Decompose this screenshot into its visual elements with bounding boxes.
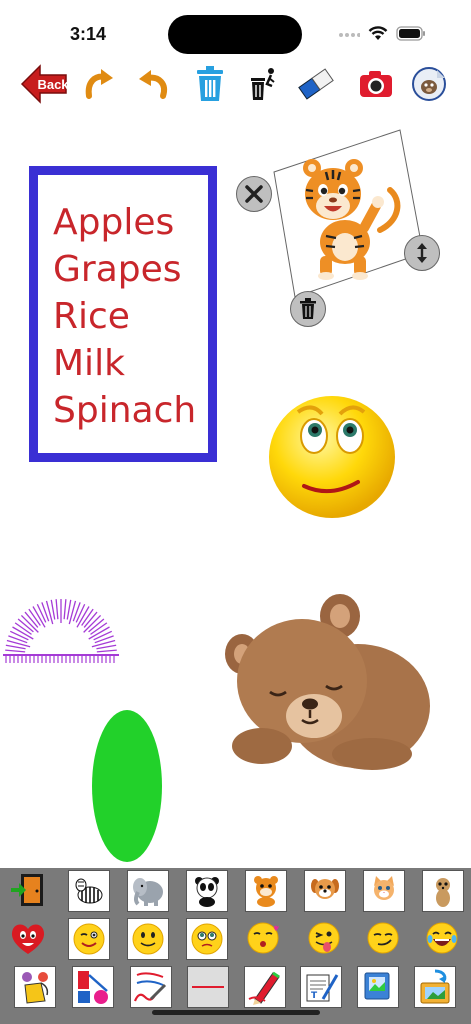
line-tool[interactable]: [187, 966, 229, 1008]
meerkat-icon: [436, 878, 450, 907]
smirk-emoji-icon: [367, 922, 399, 954]
fill-tool[interactable]: [14, 966, 56, 1008]
eraser-button[interactable]: [293, 62, 339, 106]
resize-handle[interactable]: [404, 235, 440, 271]
rolling-eyes-emoji-sticker[interactable]: [268, 392, 396, 520]
list-item: Apples: [53, 202, 175, 243]
animal-sticker-icon: [412, 67, 446, 101]
tiger-icon: [303, 159, 401, 280]
shapes-tool[interactable]: [72, 966, 114, 1008]
pen-draw-icon: [133, 972, 167, 1002]
smile-emoji-icon: [132, 923, 164, 955]
signal-icon: [338, 27, 361, 45]
puppy-sticker[interactable]: [304, 870, 346, 912]
panda-icon: [195, 877, 219, 907]
undo-icon: [139, 70, 167, 99]
pleading-emoji-sticker[interactable]: [186, 918, 228, 960]
sleeping-bear-sticker[interactable]: [222, 586, 434, 776]
svg-text:T: T: [311, 991, 318, 1001]
wink-emoji-sticker[interactable]: [68, 918, 110, 960]
tongue-emoji-sticker[interactable]: [304, 918, 344, 958]
redo-button[interactable]: [76, 62, 122, 106]
heart-emoji-icon: [11, 924, 45, 954]
puppy-icon: [311, 879, 339, 899]
pleading-emoji-icon: [191, 923, 223, 955]
eraser-icon: [298, 68, 334, 100]
sticker-button[interactable]: [406, 62, 452, 106]
text-tool[interactable]: T: [300, 966, 342, 1008]
kiss-emoji-icon: [247, 922, 279, 954]
green-oval-shape[interactable]: [92, 710, 162, 862]
camera-button[interactable]: [353, 62, 399, 106]
redo-icon: [85, 69, 113, 99]
dynamic-island: [168, 15, 302, 54]
undo-button[interactable]: [130, 62, 176, 106]
selected-tiger-sticker[interactable]: [230, 120, 440, 330]
back-button[interactable]: Back: [20, 62, 68, 106]
paint-bucket-icon: [22, 972, 49, 1004]
laughing-emoji-icon: [426, 922, 458, 954]
resize-arrows-icon: [417, 243, 427, 263]
elephant-icon: [133, 878, 163, 906]
smile-emoji-sticker[interactable]: [127, 918, 169, 960]
trash-button[interactable]: [187, 62, 233, 106]
rolling-eyes-emoji-icon: [269, 396, 395, 518]
tiger-cub-icon: [254, 876, 278, 907]
sleeping-bear-icon: [225, 594, 430, 770]
list-item: Spinach: [53, 390, 197, 431]
import-image-tool[interactable]: [414, 966, 456, 1008]
shapes-icon: [78, 971, 108, 1004]
status-time: 3:14: [70, 24, 107, 44]
smirk-emoji-sticker[interactable]: [363, 918, 403, 958]
elephant-sticker[interactable]: [127, 870, 169, 912]
palette-row-emojis: [0, 918, 471, 968]
heart-emoji-sticker[interactable]: [8, 918, 48, 958]
clear-all-button[interactable]: [240, 62, 286, 106]
close-icon: [245, 185, 263, 203]
photo-library-icon: [364, 972, 390, 1000]
line-icon: [192, 986, 224, 988]
text-icon: T: [306, 974, 339, 1002]
kitten-icon: [374, 876, 394, 900]
battery-icon: [396, 26, 426, 46]
pencil-icon: [248, 971, 280, 1005]
tongue-emoji-icon: [308, 922, 340, 954]
pencil-tool[interactable]: [244, 966, 286, 1008]
laughing-emoji-sticker[interactable]: [422, 918, 462, 958]
list-item: Rice: [53, 296, 130, 337]
photo-library-tool[interactable]: [357, 966, 399, 1008]
exit-door-icon: [11, 874, 43, 906]
panda-sticker[interactable]: [186, 870, 228, 912]
shopping-list-box[interactable]: Apples Grapes Rice Milk Spinach: [29, 166, 217, 462]
back-label: Back: [37, 77, 68, 92]
close-handle[interactable]: [236, 176, 272, 212]
trash-can-icon: [197, 66, 223, 101]
wink-emoji-icon: [73, 923, 105, 955]
sticker-palette: T: [0, 868, 471, 1024]
delete-handle[interactable]: [290, 291, 326, 327]
kiss-emoji-sticker[interactable]: [245, 918, 285, 958]
palette-row-animals: [0, 870, 471, 920]
list-item: Grapes: [53, 249, 182, 290]
freehand-tool[interactable]: [130, 966, 172, 1008]
trash-icon: [300, 298, 316, 319]
status-icons: [338, 26, 426, 46]
meerkat-sticker[interactable]: [422, 870, 464, 912]
protractor-icon: [3, 599, 119, 663]
import-image-icon: [420, 969, 450, 1004]
kitten-sticker[interactable]: [363, 870, 405, 912]
litter-bin-icon: [251, 68, 275, 100]
wifi-icon: [368, 26, 388, 46]
tiger-cub-sticker[interactable]: [245, 870, 287, 912]
zebra-sticker[interactable]: [68, 870, 110, 912]
list-item: Milk: [53, 343, 125, 384]
shopping-list: Apples Grapes Rice Milk Spinach: [53, 199, 196, 434]
zebra-icon: [75, 878, 103, 904]
camera-icon: [360, 71, 392, 97]
exit-button[interactable]: [8, 870, 48, 910]
protractor-shape[interactable]: [0, 597, 122, 667]
home-indicator: [152, 1010, 320, 1015]
